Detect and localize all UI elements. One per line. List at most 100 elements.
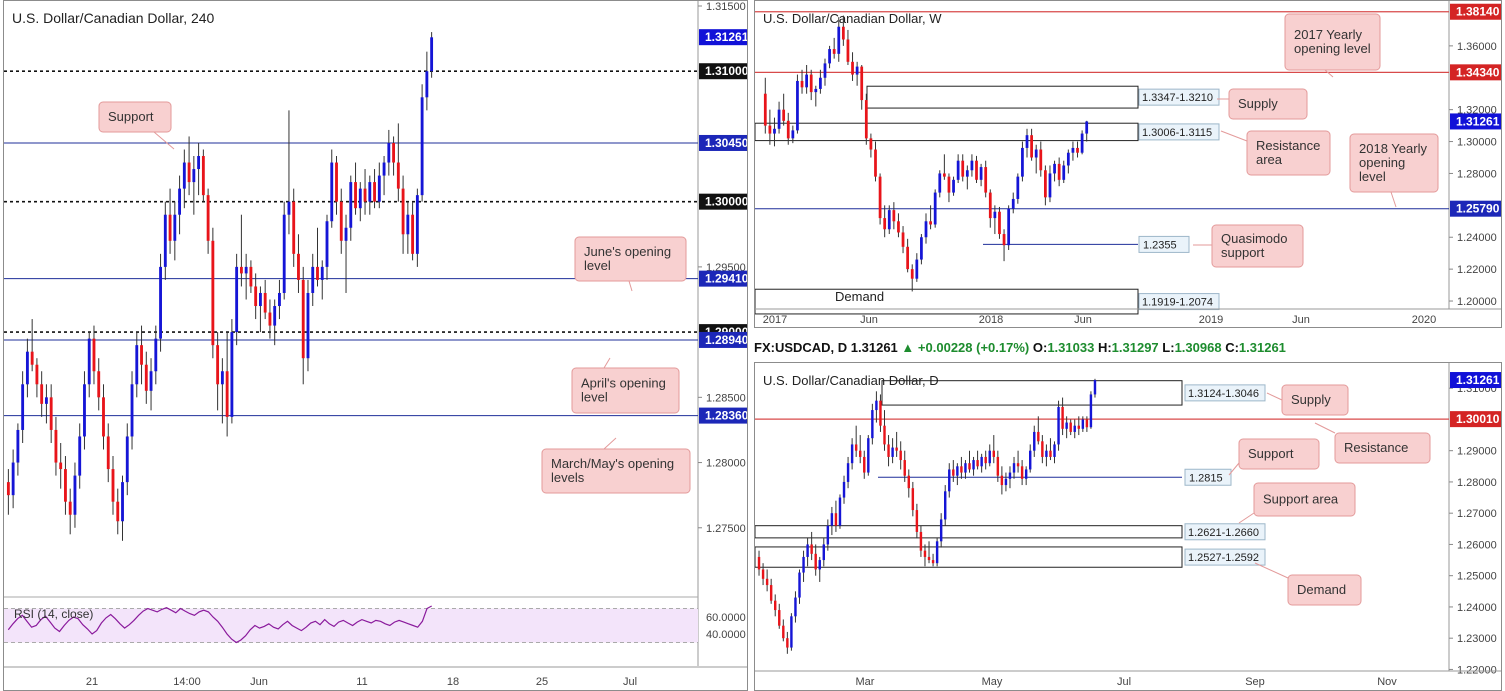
- chart-weekly-panel[interactable]: U.S. Dollar/Canadian Dollar, W 1.36000 1.3…: [754, 0, 1502, 328]
- candle-body: [906, 246, 910, 270]
- candle-body: [1065, 422, 1068, 429]
- candle-body: [855, 66, 859, 75]
- candle-body: [1037, 431, 1040, 442]
- candle-body: [1073, 425, 1076, 432]
- candle-body: [325, 221, 329, 267]
- x-tick-label: 2018: [979, 314, 1003, 326]
- candle-body: [1020, 466, 1024, 479]
- candle-body: [1008, 472, 1012, 479]
- rsi-tick: 60.0000: [706, 612, 746, 624]
- candle-body: [406, 214, 410, 235]
- candle-body: [806, 544, 809, 557]
- candle-body: [287, 201, 291, 215]
- candle-body: [910, 269, 914, 279]
- candle-body: [970, 160, 974, 171]
- candle-body: [869, 138, 873, 150]
- candle-body: [111, 469, 115, 502]
- callout[interactable]: Supply: [1266, 384, 1349, 416]
- callout[interactable]: Quasimodosupport: [1193, 224, 1304, 268]
- y-tick-label: 1.28500: [706, 392, 746, 404]
- candle-body: [235, 266, 239, 333]
- callout[interactable]: Support area: [1238, 482, 1356, 524]
- candle-body: [373, 182, 376, 202]
- candle-body: [1030, 135, 1033, 158]
- y-tick-label: 1.22000: [1457, 264, 1497, 276]
- chart-4h[interactable]: U.S. Dollar/Canadian Dollar, 240 1.31500 1…: [4, 1, 748, 691]
- chart-4h-panel[interactable]: U.S. Dollar/Canadian Dollar, 240 1.31500 1…: [3, 0, 748, 691]
- candle-body: [867, 438, 870, 473]
- zone-label: 1.3347-1.3210: [1142, 92, 1213, 104]
- candle-body: [975, 160, 978, 180]
- price-level-label: 1.30450: [705, 136, 748, 150]
- chart-weekly[interactable]: U.S. Dollar/Canadian Dollar, W 1.36000 1.3…: [755, 1, 1502, 328]
- candle-body: [392, 142, 396, 163]
- candle-body: [239, 266, 243, 274]
- callout[interactable]: 2017 Yearlyopening level: [1284, 13, 1381, 78]
- callout[interactable]: March/May's openinglevels: [541, 437, 691, 494]
- callout[interactable]: April's openinglevel: [571, 357, 680, 414]
- candle-body: [879, 400, 882, 426]
- symbol-label: FX:USDCAD, D: [754, 340, 848, 355]
- callout-text: opening: [1359, 155, 1405, 170]
- candle-body: [1062, 165, 1066, 180]
- candle-body: [863, 456, 866, 473]
- y-tick-label: 1.28000: [1457, 168, 1497, 180]
- open-label: O:: [1032, 340, 1048, 355]
- callout[interactable]: Demand: [1254, 562, 1362, 606]
- candle-body: [1000, 475, 1004, 486]
- callout-pointer: [603, 437, 617, 450]
- callout[interactable]: Support: [1228, 438, 1320, 476]
- callout[interactable]: Resistance: [1314, 422, 1431, 464]
- x-tick-label: May: [982, 676, 1003, 688]
- candle-body: [988, 192, 992, 219]
- candle-body: [774, 600, 777, 611]
- candle-body: [964, 463, 967, 473]
- callout[interactable]: Supply: [1217, 88, 1308, 120]
- candle-body: [1025, 135, 1029, 148]
- rsi-tick: 40.0000: [706, 629, 746, 641]
- y-tick-label: 1.25000: [1457, 571, 1497, 583]
- candle-body: [387, 142, 391, 163]
- candle-body: [363, 188, 367, 202]
- y-tick-label: 1.20000: [1457, 296, 1497, 308]
- candle-body: [316, 266, 319, 280]
- close-label: C:: [1225, 340, 1239, 355]
- callout[interactable]: June's openinglevel: [574, 236, 687, 292]
- x-tick-label: Mar: [856, 676, 875, 688]
- candle-body: [956, 466, 959, 476]
- candle-body: [931, 560, 935, 564]
- candle-body: [382, 162, 386, 176]
- candle-body: [339, 201, 343, 241]
- candle-body: [168, 214, 172, 241]
- callout[interactable]: Support: [98, 101, 175, 150]
- candle-body: [919, 531, 923, 551]
- callout[interactable]: 2018 Yearlyopeninglevel: [1349, 133, 1439, 208]
- x-tick-label: 18: [447, 676, 459, 688]
- candle-body: [401, 188, 405, 235]
- candle-body: [396, 162, 400, 189]
- chart-daily[interactable]: U.S. Dollar/Canadian Dollar, D1.310001.2…: [755, 363, 1502, 691]
- candle-body: [984, 456, 987, 464]
- callout-text: Resistance: [1344, 440, 1408, 455]
- candle-body: [961, 160, 965, 177]
- callout-text: Quasimodo: [1221, 231, 1287, 246]
- candle-body: [415, 195, 419, 254]
- y-tick-label: 1.36000: [1457, 41, 1497, 53]
- candle-body: [976, 460, 979, 467]
- candle-body: [878, 176, 882, 219]
- price-level-label: 1.28360: [705, 409, 748, 423]
- candle-body: [968, 463, 971, 470]
- candle-body: [819, 77, 822, 89]
- candle-body: [301, 279, 305, 359]
- candle-body: [278, 292, 281, 307]
- x-tick-label: Sep: [1245, 676, 1265, 688]
- candle-body: [40, 384, 44, 404]
- candle-body: [757, 556, 761, 570]
- price-level-label: 1.29410: [705, 272, 748, 286]
- candle-body: [920, 237, 923, 260]
- chart-daily-panel[interactable]: U.S. Dollar/Canadian Dollar, D 1.31000 1.2…: [754, 362, 1502, 691]
- candle-body: [763, 93, 767, 126]
- candle-body: [254, 286, 258, 307]
- callout-text: 2017 Yearly: [1294, 27, 1362, 42]
- callout[interactable]: Resistancearea: [1220, 130, 1331, 176]
